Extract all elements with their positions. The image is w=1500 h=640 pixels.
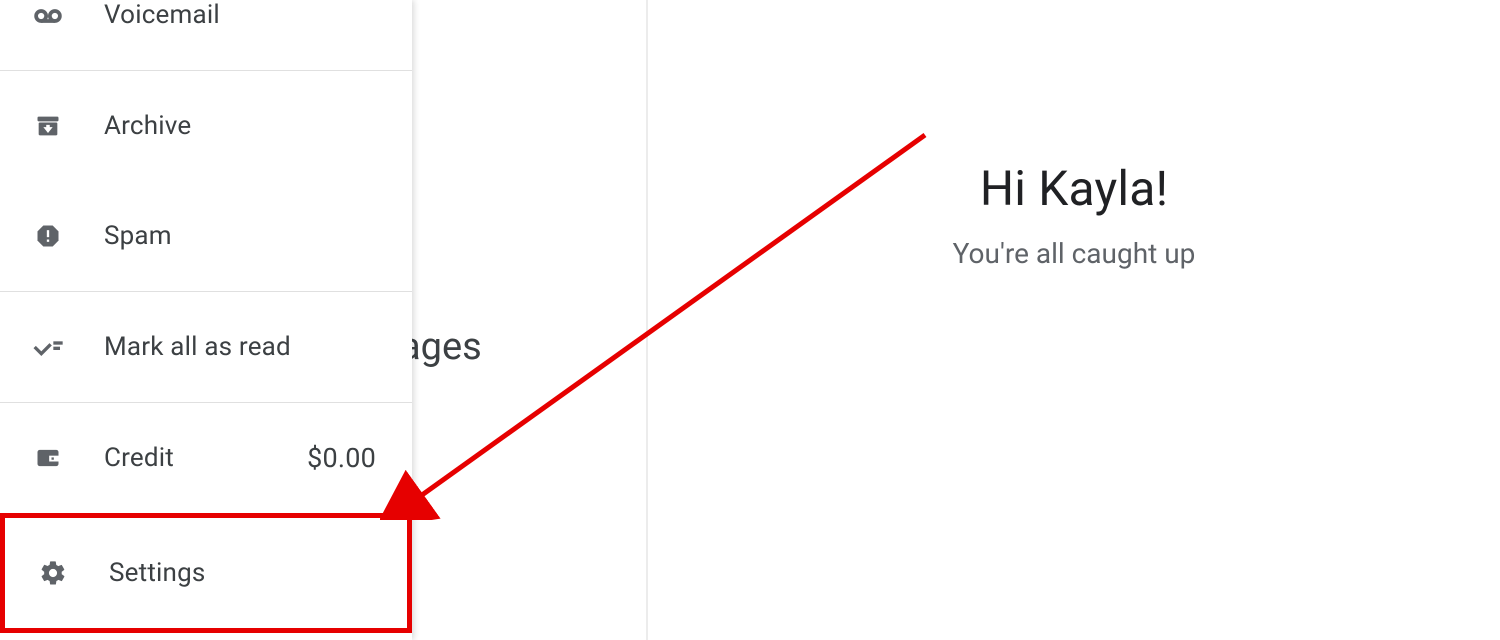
sidebar-item-credit[interactable]: Credit $0.00 xyxy=(0,403,412,513)
sidebar-item-label: Spam xyxy=(104,221,412,251)
sidebar-item-label: Voicemail xyxy=(104,0,412,30)
credit-balance: $0.00 xyxy=(307,442,412,474)
sidebar-item-voicemail[interactable]: Voicemail xyxy=(0,0,412,70)
sidebar: Voicemail Archive Spam Mark all as read … xyxy=(0,0,412,640)
mark-read-icon xyxy=(32,331,64,363)
gear-icon xyxy=(37,557,69,589)
obscured-text: ages xyxy=(400,325,482,369)
greeting-text: Hi Kayla! xyxy=(980,160,1168,217)
sidebar-item-label: Credit xyxy=(104,443,307,473)
sidebar-item-spam[interactable]: Spam xyxy=(0,181,412,291)
sidebar-item-settings[interactable]: Settings xyxy=(5,518,407,628)
main-pane: Hi Kayla! You're all caught up xyxy=(648,0,1500,640)
sidebar-item-archive[interactable]: Archive xyxy=(0,71,412,181)
sidebar-item-label: Settings xyxy=(109,558,407,588)
sidebar-item-mark-all-read[interactable]: Mark all as read xyxy=(0,292,412,402)
sidebar-item-label: Archive xyxy=(104,111,412,141)
archive-icon xyxy=(32,110,64,142)
highlight-box: Settings xyxy=(0,513,412,633)
spam-icon xyxy=(32,220,64,252)
voicemail-icon xyxy=(32,0,64,32)
sidebar-item-label: Mark all as read xyxy=(104,332,412,362)
status-text: You're all caught up xyxy=(953,237,1196,270)
column-divider xyxy=(646,0,648,640)
wallet-icon xyxy=(32,442,64,474)
